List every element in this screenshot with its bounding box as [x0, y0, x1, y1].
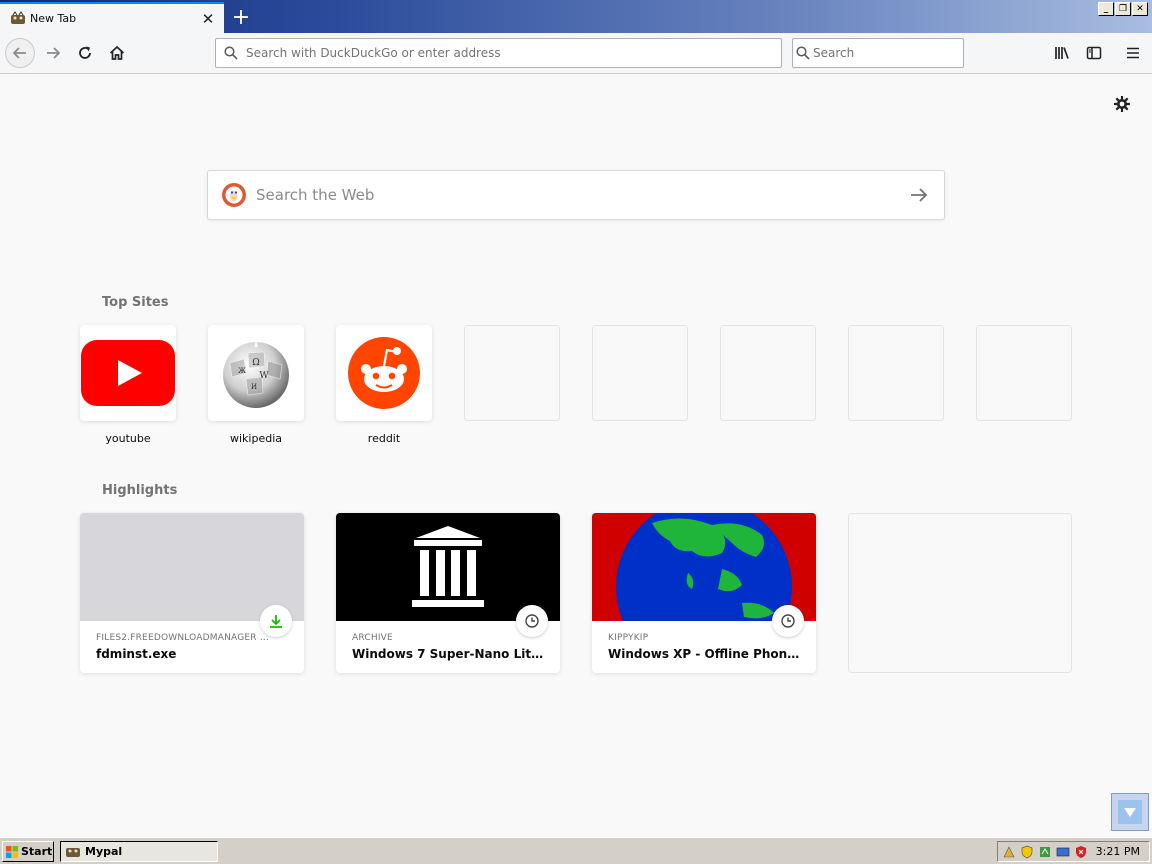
search-input[interactable]	[813, 46, 963, 60]
new-tab-plus-icon[interactable]: +	[228, 4, 254, 30]
sidebar-icon	[1086, 46, 1102, 60]
home-button[interactable]	[102, 38, 132, 68]
highlights-heading: Highlights	[102, 483, 178, 498]
network-tray-icon[interactable]	[1001, 844, 1017, 860]
display-tray-icon[interactable]	[1055, 844, 1071, 860]
taskbar-clock: 3:21 PM	[1095, 845, 1140, 858]
address-bar[interactable]	[215, 38, 782, 68]
highlight-empty-slot	[848, 513, 1072, 673]
top-site-reddit[interactable]: reddit	[336, 325, 432, 445]
svg-text:W: W	[259, 371, 269, 381]
mypal-favicon-icon	[66, 847, 80, 857]
close-window-button[interactable]: ✕	[1132, 2, 1148, 16]
address-input[interactable]	[246, 46, 781, 60]
library-icon	[1055, 47, 1069, 59]
reload-icon	[79, 46, 91, 59]
top-site-label: youtube	[105, 432, 151, 445]
card-title: Windows XP - Offline Phone Act...	[608, 647, 803, 661]
empty-tile	[848, 325, 944, 421]
search-bar[interactable]	[792, 38, 964, 68]
card-host: ARCHIVE	[352, 633, 393, 643]
svg-text:И: И	[251, 383, 257, 391]
taskbar-item-mypal[interactable]: Mypal	[60, 841, 218, 862]
arrow-right-icon[interactable]	[908, 184, 930, 206]
reload-button[interactable]	[70, 38, 100, 68]
empty-tile	[592, 325, 688, 421]
gear-icon[interactable]	[1112, 94, 1132, 114]
tab-close-icon[interactable]: ✕	[198, 9, 218, 29]
search-icon	[216, 46, 246, 60]
arrow-down-icon	[1118, 800, 1142, 824]
library-button[interactable]	[1047, 38, 1077, 68]
search-icon	[793, 46, 813, 60]
top-site-empty-slot	[720, 325, 816, 445]
hamburger-menu-icon	[1127, 47, 1139, 59]
top-site-empty-slot	[464, 325, 560, 445]
empty-tile	[720, 325, 816, 421]
app-tray-icon[interactable]	[1037, 844, 1053, 860]
card-host: KIPPYKIP	[608, 633, 649, 643]
top-site-tile[interactable]	[336, 325, 432, 421]
duckduckgo-logo-icon	[222, 183, 246, 207]
top-site-label: wikipedia	[229, 432, 282, 445]
svg-text:Ω: Ω	[252, 358, 259, 368]
reddit-logo-icon	[348, 337, 420, 409]
highlight-card-archive[interactable]: ARCHIVE Windows 7 Super-Nano Lite : Mi..…	[336, 513, 560, 673]
forward-arrow-icon	[47, 47, 61, 59]
archive-logo-icon	[412, 526, 484, 607]
highlight-card-kippykip[interactable]: KIPPYKIP Windows XP - Offline Phone Act.…	[592, 513, 816, 673]
top-site-empty-slot	[976, 325, 1072, 445]
top-site-label: reddit	[367, 432, 401, 445]
windows-logo-icon	[6, 845, 18, 858]
tab-new-tab[interactable]: New Tab ✕	[0, 2, 224, 33]
youtube-logo-icon	[81, 340, 175, 406]
sidebar-button[interactable]	[1079, 38, 1109, 68]
start-label: Start	[21, 845, 53, 858]
top-site-wikipedia[interactable]: Ω W Ж И wikipedia	[208, 325, 304, 445]
mypal-favicon-icon	[11, 10, 25, 24]
highlight-card-fdminst[interactable]: FILES2.FREEDOWNLOADMANAGER ... fdminst.e…	[80, 513, 304, 673]
shield-tray-icon[interactable]	[1019, 844, 1035, 860]
card-title: fdminst.exe	[96, 647, 177, 661]
security-tray-icon[interactable]	[1073, 844, 1089, 860]
new-tab-page: Top Sites youtube	[0, 74, 1152, 837]
top-sites-heading: Top Sites	[102, 295, 169, 310]
web-search-input[interactable]	[256, 186, 908, 204]
start-button[interactable]: Start	[2, 841, 54, 862]
system-tray: 3:21 PM	[997, 841, 1150, 862]
svg-text:Ж: Ж	[238, 367, 246, 375]
top-site-empty-slot	[592, 325, 688, 445]
title-bar: New Tab ✕ + _ ❐ ✕	[0, 0, 1152, 33]
top-site-tile[interactable]: Ω W Ж И	[208, 325, 304, 421]
wikipedia-logo-icon: Ω W Ж И	[223, 339, 289, 408]
highlights-grid: FILES2.FREEDOWNLOADMANAGER ... fdminst.e…	[80, 513, 1072, 673]
minimize-button[interactable]: _	[1098, 2, 1114, 16]
top-site-tile[interactable]	[80, 325, 176, 421]
tab-title: New Tab	[30, 12, 77, 25]
card-title: Windows 7 Super-Nano Lite : Mi...	[352, 647, 547, 661]
taskbar-item-label: Mypal	[85, 845, 123, 858]
web-search-box[interactable]	[207, 170, 945, 220]
back-arrow-icon	[12, 47, 26, 59]
navigation-toolbar	[0, 33, 1152, 74]
restore-button[interactable]: ❐	[1115, 2, 1131, 16]
home-icon	[109, 45, 125, 60]
window-controls: _ ❐ ✕	[1098, 2, 1148, 16]
back-button[interactable]	[5, 38, 35, 68]
top-sites-grid: youtube Ω W Ж И wikipedia reddit	[80, 325, 1072, 445]
taskbar: Start Mypal 3:21 PM	[0, 837, 1152, 864]
empty-tile	[464, 325, 560, 421]
top-site-youtube[interactable]: youtube	[80, 325, 176, 445]
card-host: FILES2.FREEDOWNLOADMANAGER ...	[96, 633, 269, 643]
scroll-down-button[interactable]	[1111, 793, 1149, 831]
menu-button[interactable]	[1118, 38, 1148, 68]
empty-tile	[976, 325, 1072, 421]
forward-button[interactable]	[38, 38, 68, 68]
top-site-empty-slot	[848, 325, 944, 445]
